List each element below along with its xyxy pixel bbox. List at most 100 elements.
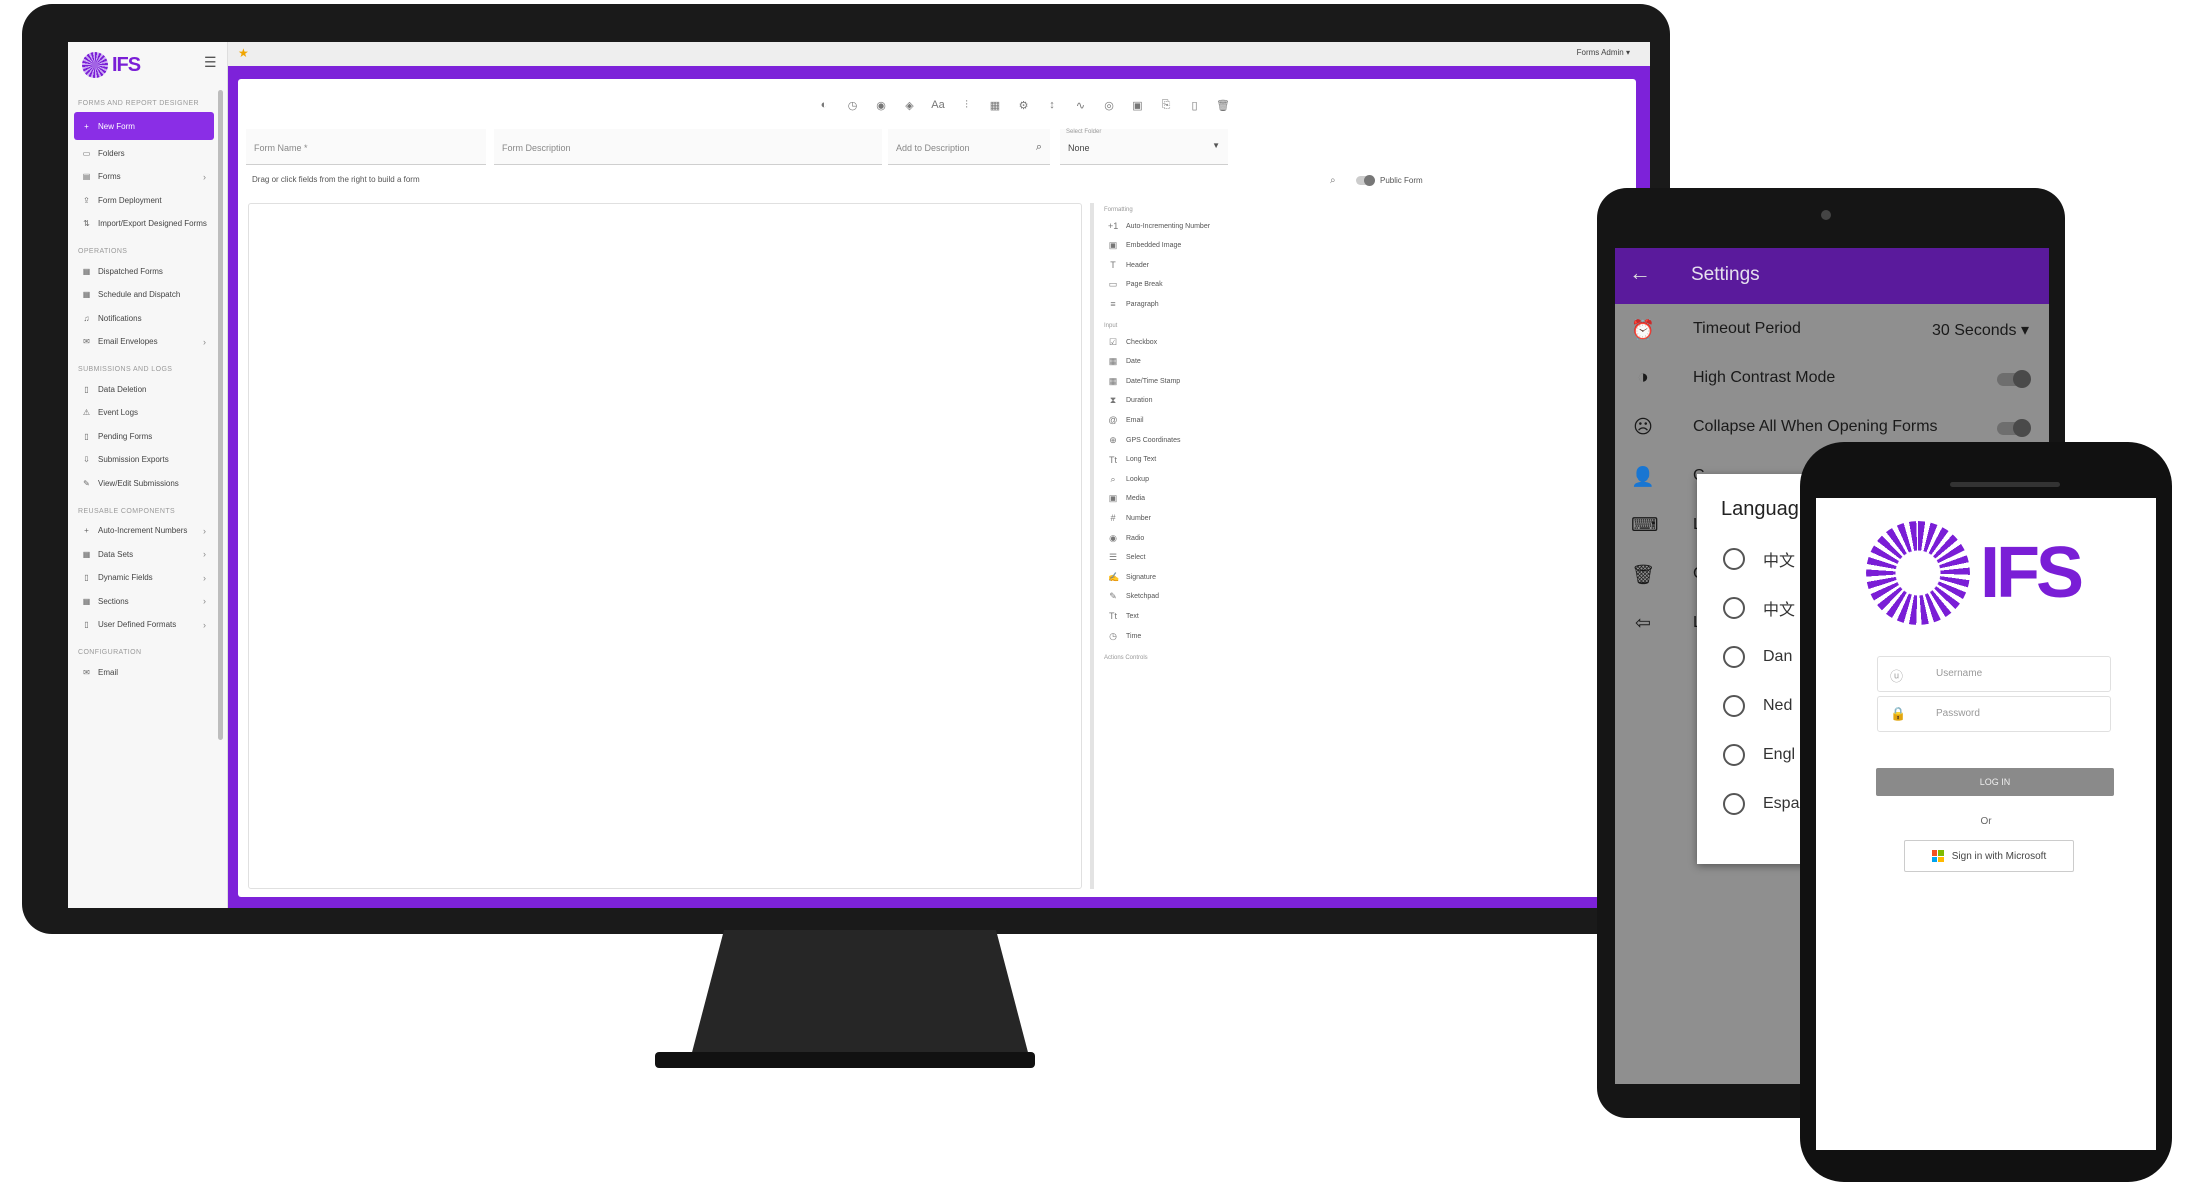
palette-field-item[interactable]: ▣ Media — [1108, 490, 1145, 508]
sidebar-item[interactable]: + Auto-Increment Numbers › — [74, 520, 214, 542]
sort-icon[interactable]: ↕ — [1044, 99, 1060, 115]
palette-field-item[interactable]: Tt Long Text — [1108, 451, 1156, 469]
settings-toggle[interactable] — [1997, 419, 2031, 437]
sidebar-item[interactable]: ▦ Sections › — [74, 590, 214, 612]
sidebar-item[interactable]: ✉ Email — [74, 661, 214, 683]
palette-field-label: Header — [1126, 261, 1149, 269]
radio-button[interactable] — [1723, 646, 1745, 668]
sidebar-item[interactable]: ▯ User Defined Formats › — [74, 614, 214, 636]
palette-field-item[interactable]: ☑ Checkbox — [1108, 333, 1157, 351]
sidebar-scrollbar[interactable] — [218, 90, 223, 740]
sidebar-item[interactable]: ⇩ Submission Exports — [74, 449, 214, 471]
toggle-icon[interactable]: ◐ — [816, 99, 832, 115]
palette-field-item[interactable]: Tt Text — [1108, 607, 1139, 625]
radio-button[interactable] — [1723, 744, 1745, 766]
password-input[interactable]: 🔒 Password — [1877, 696, 2111, 732]
delete-icon[interactable]: ▯ — [1187, 99, 1203, 115]
pin-icon[interactable]: ◉ — [873, 99, 889, 115]
formula-icon[interactable]: ∿ — [1073, 99, 1089, 115]
calendar-icon[interactable]: ▦ — [987, 99, 1003, 115]
select-folder-dropdown[interactable]: Select Folder None ▼ — [1060, 129, 1228, 165]
palette-field-item[interactable]: ▦ Date/Time Stamp — [1108, 372, 1180, 390]
palette-field-item[interactable]: # Number — [1108, 509, 1150, 527]
chart-icon[interactable]: ⫶ — [959, 99, 975, 115]
palette-field-item[interactable]: +1 Auto-Incrementing Number — [1108, 217, 1210, 235]
settings-row-icon: ⇦ — [1635, 613, 1651, 634]
radio-button[interactable] — [1723, 695, 1745, 717]
language-option[interactable]: Dan — [1723, 642, 1792, 672]
clock-icon[interactable]: ◷ — [845, 99, 861, 115]
field-search-icon[interactable]: ⌕ — [1330, 175, 1336, 186]
language-option[interactable]: Engl — [1723, 740, 1795, 770]
sidebar-item[interactable]: ▦ Data Sets › — [74, 543, 214, 565]
palette-field-item[interactable]: ✍ Signature — [1108, 568, 1156, 586]
sidebar-section-heading: FORMS AND REPORT DESIGNER — [78, 100, 199, 107]
sidebar-item-icon: ✉ — [83, 337, 90, 346]
sidebar-item[interactable]: ▯ Dynamic Fields › — [74, 567, 214, 589]
palette-field-item[interactable]: @ Email — [1108, 411, 1143, 429]
sidebar-item[interactable]: ⇪ Form Deployment — [74, 189, 214, 211]
palette-field-item[interactable]: ▣ Embedded Image — [1108, 237, 1182, 255]
palette-field-item[interactable]: ⧗ Duration — [1108, 392, 1153, 410]
copy-icon[interactable]: ⎘ — [1158, 99, 1174, 115]
settings-row[interactable]: ◑ High Contrast Mode — [1615, 355, 2049, 404]
sidebar-item[interactable]: ▤ Forms › — [74, 166, 214, 188]
settings-icon[interactable]: ⚙ — [1016, 99, 1032, 115]
sidebar-item[interactable]: ⇅ Import/Export Designed Forms — [74, 213, 214, 235]
form-canvas[interactable] — [248, 203, 1082, 889]
radio-button[interactable] — [1723, 793, 1745, 815]
palette-field-item[interactable]: ▦ Date — [1108, 353, 1141, 371]
app-logo[interactable]: IFS — [82, 48, 141, 82]
chevron-right-icon: › — [203, 171, 206, 182]
hamburger-menu-icon[interactable]: ☰ — [204, 54, 217, 71]
eye-icon[interactable]: ◎ — [1101, 99, 1117, 115]
sidebar-item[interactable]: ⚠ Event Logs — [74, 402, 214, 424]
palette-field-item[interactable]: ◷ Time — [1108, 627, 1141, 645]
palette-field-item[interactable]: ≡ Paragraph — [1108, 295, 1158, 313]
settings-toggle[interactable] — [1997, 370, 2031, 388]
radio-button[interactable] — [1723, 597, 1745, 619]
palette-scrollbar[interactable] — [1090, 203, 1094, 889]
form-name-field[interactable]: Form Name * — [246, 129, 486, 165]
radio-button[interactable] — [1723, 548, 1745, 570]
palette-field-item[interactable]: ▭ Page Break — [1108, 276, 1163, 294]
settings-row-value[interactable]: 30 Seconds ▾ — [1932, 320, 2029, 340]
palette-field-item[interactable]: T Header — [1108, 256, 1149, 274]
palette-field-item[interactable]: ⌕ Lookup — [1108, 470, 1149, 488]
language-option[interactable]: Espa — [1723, 789, 1799, 819]
microsoft-signin-label: Sign in with Microsoft — [1951, 850, 2047, 862]
sidebar-item[interactable]: ▯ Pending Forms — [74, 425, 214, 447]
language-option[interactable]: 中文 — [1723, 593, 1795, 623]
palette-field-item[interactable]: ⊕ GPS Coordinates — [1108, 431, 1180, 449]
login-button[interactable]: LOG IN — [1876, 768, 2114, 796]
username-input[interactable]: ⓤ Username — [1877, 656, 2111, 692]
trash-icon[interactable]: 🗑 — [1215, 99, 1231, 115]
sidebar-item[interactable]: ▯ Data Deletion — [74, 378, 214, 400]
sidebar-item[interactable]: ▭ Folders — [74, 142, 214, 164]
sidebar-item[interactable]: + New Form — [74, 112, 214, 140]
palette-field-item[interactable]: ☰ Select — [1108, 549, 1146, 567]
save-icon[interactable]: ▣ — [1130, 99, 1146, 115]
text-format-icon[interactable]: Aa — [930, 99, 946, 115]
palette-field-item[interactable]: ✎ Sketchpad — [1108, 588, 1159, 606]
form-description-field[interactable]: Form Description — [494, 129, 882, 165]
user-menu[interactable]: Forms Admin ▾ — [1577, 48, 1630, 57]
monitor-stand — [690, 930, 1030, 1060]
language-option[interactable]: 中文 — [1723, 544, 1795, 574]
settings-row[interactable]: ⏰ Timeout Period 30 Seconds ▾ — [1615, 306, 2049, 355]
language-option[interactable]: Ned — [1723, 691, 1792, 721]
search-icon[interactable]: ⌕ — [1036, 141, 1042, 154]
back-arrow-icon[interactable]: ← — [1629, 260, 1651, 286]
public-form-toggle[interactable] — [1356, 175, 1375, 186]
sidebar-item[interactable]: ▦ Dispatched Forms — [74, 260, 214, 282]
sidebar-item[interactable]: ▦ Schedule and Dispatch — [74, 284, 214, 306]
palette-field-item[interactable]: ◉ Radio — [1108, 529, 1144, 547]
favorite-star-icon[interactable]: ★ — [238, 46, 249, 60]
sidebar-item[interactable]: ✎ View/Edit Submissions — [74, 472, 214, 494]
microsoft-signin-button[interactable]: Sign in with Microsoft — [1904, 840, 2074, 872]
desktop-monitor: IFS ☰ FORMS AND REPORT DESIGNER + New Form… — [22, 4, 1670, 934]
add-description-field[interactable]: Add to Description ⌕ — [888, 129, 1050, 165]
sidebar-item[interactable]: ✉ Email Envelopes › — [74, 331, 214, 353]
layers-icon[interactable]: ◈ — [902, 99, 918, 115]
sidebar-item[interactable]: ♫ Notifications — [74, 307, 214, 329]
